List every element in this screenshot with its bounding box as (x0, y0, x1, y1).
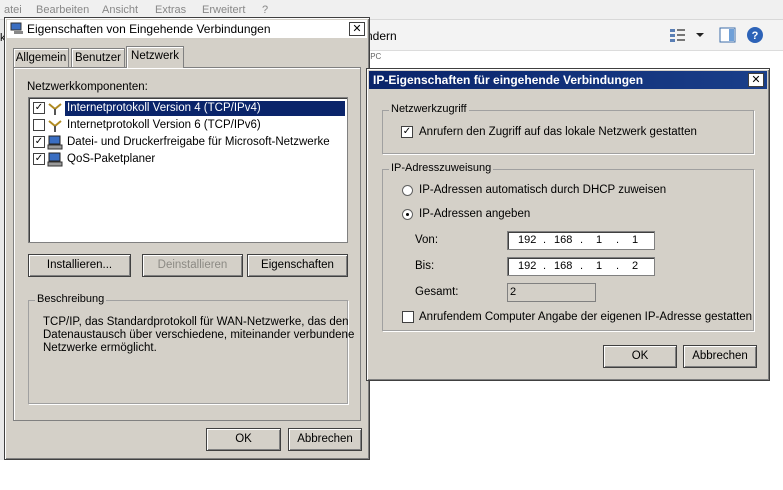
allow-own-ip-checkbox[interactable] (402, 311, 414, 323)
to-label: Bis: (415, 260, 435, 272)
dialog-title: Eigenschaften von Eingehende Verbindunge… (27, 22, 271, 36)
allow-lan-access-label: Anrufern den Zugriff auf das lokale Netz… (419, 126, 697, 138)
description-line-2: Datenaustausch über verschiedene, mitein… (43, 329, 355, 341)
network-service-icon (47, 135, 63, 150)
properties-button[interactable]: Eigenschaften (247, 254, 348, 277)
network-service-icon (47, 152, 63, 167)
components-list[interactable]: ✓ Internetprotokoll Version 4 (TCP/IPv4)… (28, 97, 348, 243)
allow-lan-access-checkbox[interactable]: ✓ (401, 126, 413, 138)
description-line-1: TCP/IP, das Standardprotokoll für WAN-Ne… (43, 316, 349, 328)
chevron-down-icon[interactable] (694, 26, 706, 44)
from-label: Von: (415, 234, 439, 246)
ip-octet: 1 (596, 260, 603, 272)
menu-erweitert[interactable]: Erweitert (202, 4, 245, 16)
network-tab-panel: Netzwerkkomponenten: ✓ Internetprotokoll… (13, 67, 361, 421)
ip-properties-titlebar[interactable]: IP-Eigenschaften für eingehende Verbindu… (369, 71, 767, 89)
ip-octet: 2 (632, 260, 639, 272)
ip-close-button[interactable]: ✕ (748, 73, 764, 87)
ip-octet: 168 (554, 234, 573, 246)
network-protocol-icon (47, 101, 63, 116)
total-label: Gesamt: (415, 286, 459, 298)
close-button[interactable]: ✕ (349, 22, 365, 36)
description-line-3: Netzwerke ermöglicht. (43, 342, 157, 354)
manual-ip-radio[interactable] (402, 209, 413, 220)
component-checkbox[interactable]: ✓ (33, 136, 45, 148)
list-item-tcpipv6[interactable]: Internetprotokoll Version 6 (TCP/IPv6) (31, 117, 345, 134)
ip-properties-dialog: IP-Eigenschaften für eingehende Verbindu… (366, 68, 770, 381)
components-label: Netzwerkkomponenten: (27, 81, 148, 93)
menu-extras[interactable]: Extras (155, 4, 186, 16)
uninstall-button[interactable]: Deinstallieren (142, 254, 243, 277)
menu-help[interactable]: ? (262, 4, 268, 16)
ip-dialog-title: IP-Eigenschaften für eingehende Verbindu… (373, 73, 644, 87)
network-connection-icon (10, 22, 24, 35)
network-access-legend: Netzwerkzugriff (389, 103, 469, 115)
network-access-groupbox: Netzwerkzugriff ✓ Anrufern den Zugriff a… (382, 103, 754, 154)
cancel-button[interactable]: Abbrechen (288, 428, 362, 451)
ip-octet: 192 (518, 260, 537, 272)
from-ip-input[interactable]: 192 . 168 . 1 . 1 (507, 231, 655, 250)
ip-assignment-legend: IP-Adresszuweisung (389, 162, 494, 174)
help-icon[interactable]: ? (746, 26, 766, 44)
toolbar-change-text[interactable]: ndern (366, 29, 397, 43)
preview-pane-icon[interactable] (718, 26, 738, 44)
ip-ok-button[interactable]: OK (603, 345, 677, 368)
view-options-icon[interactable] (668, 26, 688, 44)
list-item-qos[interactable]: ✓ QoS-Paketplaner (31, 151, 345, 168)
component-label: QoS-Paketplaner (67, 153, 156, 165)
total-value-field: 2 (507, 283, 596, 302)
component-checkbox[interactable]: ✓ (33, 102, 45, 114)
tab-allgemein[interactable]: Allgemein (13, 48, 69, 68)
component-checkbox[interactable]: ✓ (33, 153, 45, 165)
ip-octet: 192 (518, 234, 537, 246)
ip-octet: 1 (596, 234, 603, 246)
component-label: Internetprotokoll Version 6 (TCP/IPv6) (67, 119, 261, 131)
ip-assignment-groupbox: IP-Adresszuweisung IP-Adressen automatis… (382, 162, 754, 331)
menu-ansicht[interactable]: Ansicht (102, 4, 138, 16)
dhcp-radio-label: IP-Adressen automatisch durch DHCP zuwei… (419, 184, 667, 196)
ip-octet: 1 (632, 234, 639, 246)
menu-datei[interactable]: atei (4, 4, 22, 16)
ok-button[interactable]: OK (206, 428, 281, 451)
svg-text:?: ? (752, 30, 759, 42)
to-ip-input[interactable]: 192 . 168 . 1 . 2 (507, 257, 655, 276)
background-fragment-text: IPC (368, 52, 382, 61)
tab-netzwerk[interactable]: Netzwerk (126, 46, 184, 68)
install-button[interactable]: Installieren... (28, 254, 131, 277)
network-properties-dialog: Eigenschaften von Eingehende Verbindunge… (4, 17, 370, 460)
network-protocol-icon (47, 118, 63, 133)
description-legend: Beschreibung (35, 293, 107, 305)
component-label: Datei- und Druckerfreigabe für Microsoft… (67, 136, 330, 148)
list-item-tcpipv4[interactable]: ✓ Internetprotokoll Version 4 (TCP/IPv4) (31, 100, 345, 117)
manual-ip-radio-label: IP-Adressen angeben (419, 208, 531, 220)
menu-bearbeiten[interactable]: Bearbeiten (36, 4, 89, 16)
tab-benutzer[interactable]: Benutzer (71, 48, 125, 68)
list-item-file-sharing[interactable]: ✓ Datei- und Druckerfreigabe für Microso… (31, 134, 345, 151)
component-checkbox[interactable] (33, 119, 45, 131)
ip-cancel-button[interactable]: Abbrechen (683, 345, 757, 368)
dhcp-radio[interactable] (402, 185, 413, 196)
allow-own-ip-label: Anrufendem Computer Angabe der eigenen I… (419, 311, 753, 323)
component-label: Internetprotokoll Version 4 (TCP/IPv4) (65, 101, 345, 116)
ip-octet: 168 (554, 260, 573, 272)
network-properties-titlebar[interactable]: Eigenschaften von Eingehende Verbindunge… (7, 20, 367, 38)
description-groupbox: Beschreibung TCP/IP, das Standardprotoko… (28, 293, 354, 404)
